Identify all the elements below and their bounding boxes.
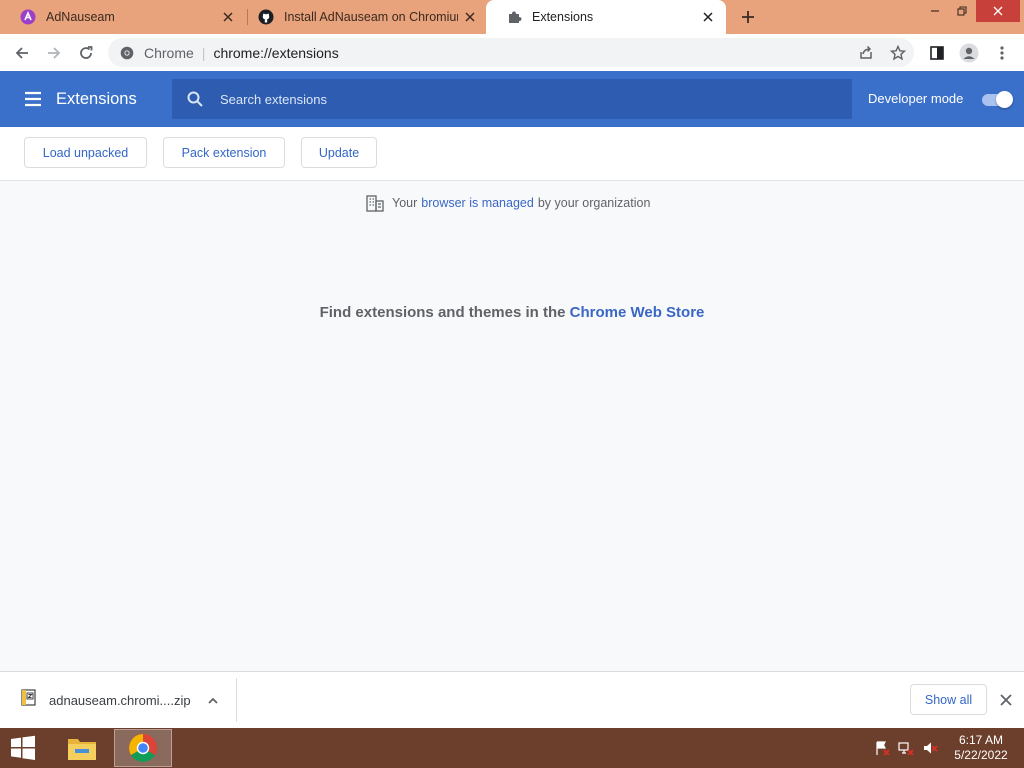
developer-mode-toggle[interactable] [982, 91, 1013, 108]
load-unpacked-button[interactable]: Load unpacked [24, 137, 147, 168]
action-center-flag-icon[interactable] [874, 740, 890, 756]
close-shelf-icon[interactable] [996, 690, 1016, 710]
url-text: chrome://extensions [213, 44, 339, 61]
profile-avatar-icon[interactable] [956, 40, 982, 66]
chrome-web-store-link[interactable]: Chrome Web Store [570, 304, 705, 321]
puzzle-icon [506, 9, 522, 25]
close-tab-icon[interactable] [216, 5, 240, 29]
browser-toolbar: Chrome | chrome://extensions [0, 34, 1024, 71]
managed-notice: Your browser is managed by your organiza… [366, 193, 650, 213]
share-icon[interactable] [853, 40, 879, 66]
new-tab-button[interactable] [736, 5, 760, 29]
chevron-up-icon[interactable] [204, 692, 222, 710]
chrome-taskbar-icon[interactable] [114, 729, 172, 767]
tab-title: Install AdNauseam on Chromium [284, 10, 458, 24]
extensions-header: Extensions Developer mode [0, 71, 1024, 127]
developer-toolbar: Load unpacked Pack extension Update [0, 127, 1024, 181]
managed-suffix: by your organization [537, 196, 651, 210]
url-divider: | [201, 44, 206, 61]
toggle-knob [996, 91, 1013, 108]
minimize-button[interactable] [920, 0, 950, 22]
windows-taskbar: 6:17 AM 5/22/2022 [0, 728, 1024, 768]
search-extensions-field[interactable] [172, 79, 852, 119]
clock-time: 6:17 AM [958, 733, 1004, 747]
back-button[interactable] [9, 40, 35, 66]
browser-managed-link[interactable]: browser is managed [421, 196, 534, 210]
tab-extensions[interactable]: Extensions [486, 0, 726, 34]
developer-mode-label: Developer mode [868, 91, 964, 106]
url-scheme-label: Chrome [144, 44, 194, 61]
hamburger-menu-icon[interactable] [22, 88, 44, 110]
update-button[interactable]: Update [301, 137, 377, 168]
network-icon[interactable] [898, 740, 914, 756]
forward-button[interactable] [41, 40, 67, 66]
close-tab-icon[interactable] [458, 5, 482, 29]
tab-install-adnauseam[interactable]: Install AdNauseam on Chromium [238, 0, 488, 34]
windows-start-icon[interactable] [8, 735, 38, 761]
tab-title: AdNauseam [46, 10, 115, 24]
download-shelf: adnauseam.chromi....zip Show all [0, 671, 1024, 728]
search-icon [186, 90, 204, 108]
restore-button[interactable] [947, 0, 977, 22]
tab-adnauseam[interactable]: AdNauseam [0, 0, 246, 34]
chrome-icon [118, 44, 136, 62]
address-bar[interactable]: Chrome | chrome://extensions [108, 38, 914, 67]
pack-extension-button[interactable]: Pack extension [163, 137, 285, 168]
shelf-divider [236, 678, 237, 722]
empty-state-text: Find extensions and themes in the [319, 304, 566, 321]
download-filename[interactable]: adnauseam.chromi....zip [49, 693, 191, 708]
empty-state-message: Find extensions and themes in the Chrome… [0, 304, 1024, 321]
tab-title: Extensions [532, 10, 594, 24]
system-clock[interactable]: 6:17 AM 5/22/2022 [944, 733, 1018, 763]
reload-button[interactable] [73, 40, 99, 66]
close-tab-icon[interactable] [696, 5, 720, 29]
bookmark-star-icon[interactable] [885, 40, 911, 66]
volume-muted-icon[interactable] [922, 740, 938, 756]
search-input[interactable] [218, 79, 818, 119]
page-title: Extensions [56, 90, 137, 108]
adnauseam-icon [20, 9, 36, 25]
github-icon [258, 9, 274, 25]
side-panel-icon[interactable] [924, 40, 950, 66]
file-explorer-icon[interactable] [53, 729, 111, 767]
close-window-button[interactable] [976, 0, 1020, 22]
managed-prefix: Your [392, 196, 418, 210]
zip-file-icon [20, 689, 38, 707]
menu-kebab-icon[interactable] [989, 40, 1015, 66]
tab-strip: AdNauseam Install AdNauseam on Chromium … [0, 0, 1024, 34]
clock-date: 5/22/2022 [954, 748, 1008, 762]
show-all-button[interactable]: Show all [910, 684, 987, 715]
building-icon [366, 194, 384, 212]
